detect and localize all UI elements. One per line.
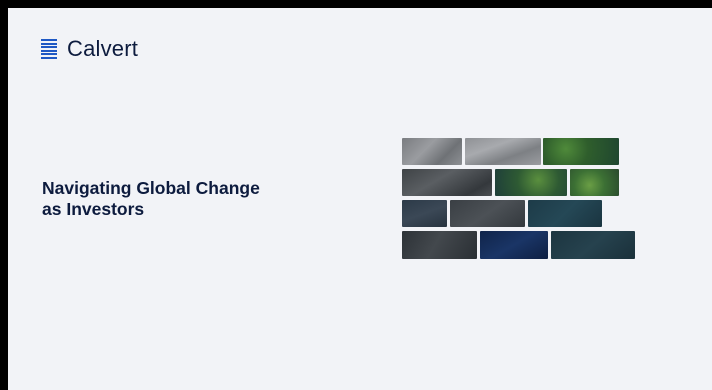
aerial-water-image [551,231,635,259]
aerial-city-image [402,169,492,196]
image-mosaic [8,8,712,390]
aerial-street-image [402,231,477,259]
aerial-water-image [480,231,548,259]
aerial-forest-image [495,169,567,196]
aerial-road-image [402,138,462,165]
aerial-forest-image [543,138,619,165]
aerial-rooftop-image [450,200,525,227]
aerial-building-image [402,200,447,227]
aerial-road-image [465,138,541,165]
presentation-slide: Calvert Navigating Global Change as Inve… [8,8,712,390]
aerial-water-image [528,200,602,227]
aerial-forest-image [570,169,619,196]
